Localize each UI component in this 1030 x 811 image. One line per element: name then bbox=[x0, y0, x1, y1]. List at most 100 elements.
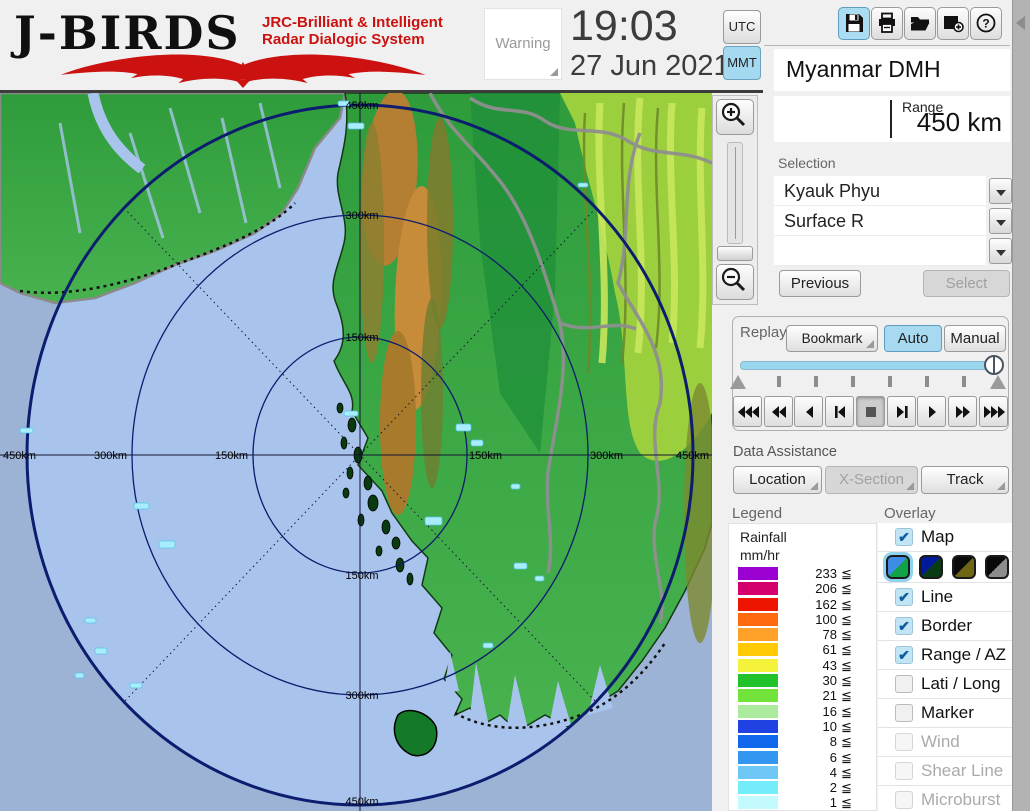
overlay-item-line[interactable]: ✔Line bbox=[878, 583, 1012, 612]
bookmark-expand-corner bbox=[866, 340, 874, 348]
map-style-black-olive[interactable] bbox=[952, 555, 976, 579]
legend-color-swatch bbox=[738, 674, 778, 687]
line-checkbox[interactable]: ✔ bbox=[895, 588, 913, 606]
panel-splitter[interactable] bbox=[1012, 0, 1030, 811]
collapse-panel-icon[interactable] bbox=[1016, 16, 1025, 30]
open-folder-button[interactable] bbox=[904, 7, 936, 40]
skip-backward-button[interactable] bbox=[764, 396, 793, 427]
legend-value: 61 bbox=[781, 642, 837, 657]
site-dropdown-value[interactable]: Kyauk Phyu bbox=[774, 176, 986, 206]
zoom-slider-handle[interactable] bbox=[717, 246, 753, 261]
svg-text:300km: 300km bbox=[345, 690, 378, 702]
legend-value: 21 bbox=[781, 688, 837, 703]
help-icon: ? bbox=[975, 12, 997, 34]
product-dropdown-button[interactable] bbox=[989, 208, 1012, 234]
overlay-item-label: Lati / Long bbox=[921, 674, 1000, 694]
bookmark-button[interactable]: Bookmark bbox=[786, 325, 878, 352]
play-forward-button[interactable] bbox=[917, 396, 946, 427]
legend-color-swatch bbox=[738, 751, 778, 764]
overlay-item-lati-long[interactable]: Lati / Long bbox=[878, 670, 1012, 699]
border-checkbox[interactable]: ✔ bbox=[895, 617, 913, 635]
map-style-navy-green[interactable] bbox=[919, 555, 943, 579]
stop-button[interactable] bbox=[856, 396, 885, 427]
overlay-item-label: Map bbox=[921, 527, 954, 547]
skip-forward-fast-button[interactable] bbox=[979, 396, 1008, 427]
select-button[interactable]: Select bbox=[923, 270, 1010, 297]
svg-text:300km: 300km bbox=[345, 210, 378, 222]
legend-value: 10 bbox=[781, 719, 837, 734]
x-section-expand-corner bbox=[906, 482, 914, 490]
zoom-slider-track[interactable] bbox=[727, 142, 743, 244]
overlay-item-label: Range / AZ bbox=[921, 645, 1006, 665]
skip-forward-button[interactable] bbox=[948, 396, 977, 427]
overlay-item-shear-line[interactable]: Shear Line bbox=[878, 757, 1012, 786]
save-button[interactable] bbox=[838, 7, 870, 40]
zoom-out-button[interactable] bbox=[716, 264, 754, 300]
play-backward-button[interactable] bbox=[794, 396, 823, 427]
zoom-in-button[interactable] bbox=[716, 99, 754, 135]
print-button[interactable] bbox=[871, 7, 903, 40]
legend-value: 16 bbox=[781, 704, 837, 719]
map-style-black-gray[interactable] bbox=[985, 555, 1009, 579]
site-dropdown-button[interactable] bbox=[989, 178, 1012, 204]
legend-operator: ≦ bbox=[841, 627, 852, 643]
radar-map[interactable]: 450km 300km 150km 150km 300km 450km 450k… bbox=[0, 93, 712, 811]
legend-operator: ≦ bbox=[841, 795, 852, 811]
overlay-item-wind[interactable]: Wind bbox=[878, 728, 1012, 757]
product-dropdown-value[interactable]: Surface R bbox=[774, 206, 986, 236]
zoom-out-icon bbox=[717, 265, 749, 295]
timezone-mmt-button[interactable]: MMT bbox=[723, 46, 761, 80]
track-button[interactable]: Track bbox=[921, 466, 1009, 494]
step-to-end-button[interactable] bbox=[887, 396, 916, 427]
legend-operator: ≦ bbox=[841, 581, 852, 597]
option-dropdown-button[interactable] bbox=[989, 238, 1012, 264]
marker-checkbox[interactable] bbox=[895, 704, 913, 722]
legend-value: 6 bbox=[781, 750, 837, 765]
svg-text:450km: 450km bbox=[676, 450, 709, 462]
overlay-item-range-az[interactable]: ✔ Range / AZ bbox=[878, 641, 1012, 670]
chevron-down-icon bbox=[996, 250, 1006, 256]
eagle-icon bbox=[18, 52, 468, 88]
svg-text:450km: 450km bbox=[345, 796, 378, 808]
map-style-blue-green[interactable] bbox=[886, 555, 910, 579]
logo-tagline: JRC-Brilliant & Intelligent Radar Dialog… bbox=[262, 14, 443, 48]
manual-button[interactable]: Manual bbox=[944, 325, 1006, 352]
range-az-checkbox[interactable]: ✔ bbox=[895, 646, 913, 664]
warning-indicator[interactable]: Warning bbox=[484, 8, 562, 80]
legend-operator: ≦ bbox=[841, 704, 852, 720]
legend-operator: ≦ bbox=[841, 642, 852, 658]
slider-end-marker[interactable] bbox=[990, 375, 1006, 389]
auto-button[interactable]: Auto bbox=[884, 325, 942, 352]
svg-text:300km: 300km bbox=[94, 450, 127, 462]
slider-tick bbox=[925, 376, 929, 387]
lati-long-checkbox[interactable] bbox=[895, 675, 913, 693]
legend-row: 78≦ bbox=[729, 627, 876, 642]
timezone-utc-button[interactable]: UTC bbox=[723, 10, 761, 44]
overlay-item-microburst[interactable]: Microburst bbox=[878, 786, 1012, 811]
capture-add-button[interactable] bbox=[937, 7, 969, 40]
skip-backward-icon bbox=[766, 404, 793, 420]
replay-label: Replay bbox=[740, 324, 787, 341]
slider-start-marker[interactable] bbox=[730, 375, 746, 389]
help-button[interactable]: ? bbox=[970, 7, 1002, 40]
replay-slider-track[interactable] bbox=[740, 361, 1002, 370]
wind-checkbox[interactable] bbox=[895, 733, 913, 751]
option-dropdown-value[interactable] bbox=[774, 236, 986, 266]
location-button[interactable]: Location bbox=[733, 466, 822, 494]
legend-row: 233≦ bbox=[729, 566, 876, 581]
previous-button[interactable]: Previous bbox=[779, 270, 861, 297]
legend-color-swatch bbox=[738, 766, 778, 779]
x-section-button[interactable]: X-Section bbox=[825, 466, 918, 494]
overlay-item-border[interactable]: ✔Border bbox=[878, 612, 1012, 641]
replay-slider-handle[interactable] bbox=[984, 355, 1004, 375]
shear-line-checkbox[interactable] bbox=[895, 762, 913, 780]
warning-expand-corner bbox=[550, 68, 558, 76]
step-to-start-button[interactable] bbox=[825, 396, 854, 427]
legend-color-swatch bbox=[738, 720, 778, 733]
legend-operator: ≦ bbox=[841, 673, 852, 689]
overlay-item-map[interactable]: ✔ Map bbox=[878, 523, 1012, 552]
map-checkbox[interactable]: ✔ bbox=[895, 528, 913, 546]
overlay-item-marker[interactable]: Marker bbox=[878, 699, 1012, 728]
skip-backward-fast-button[interactable] bbox=[733, 396, 762, 427]
microburst-checkbox[interactable] bbox=[895, 791, 913, 809]
